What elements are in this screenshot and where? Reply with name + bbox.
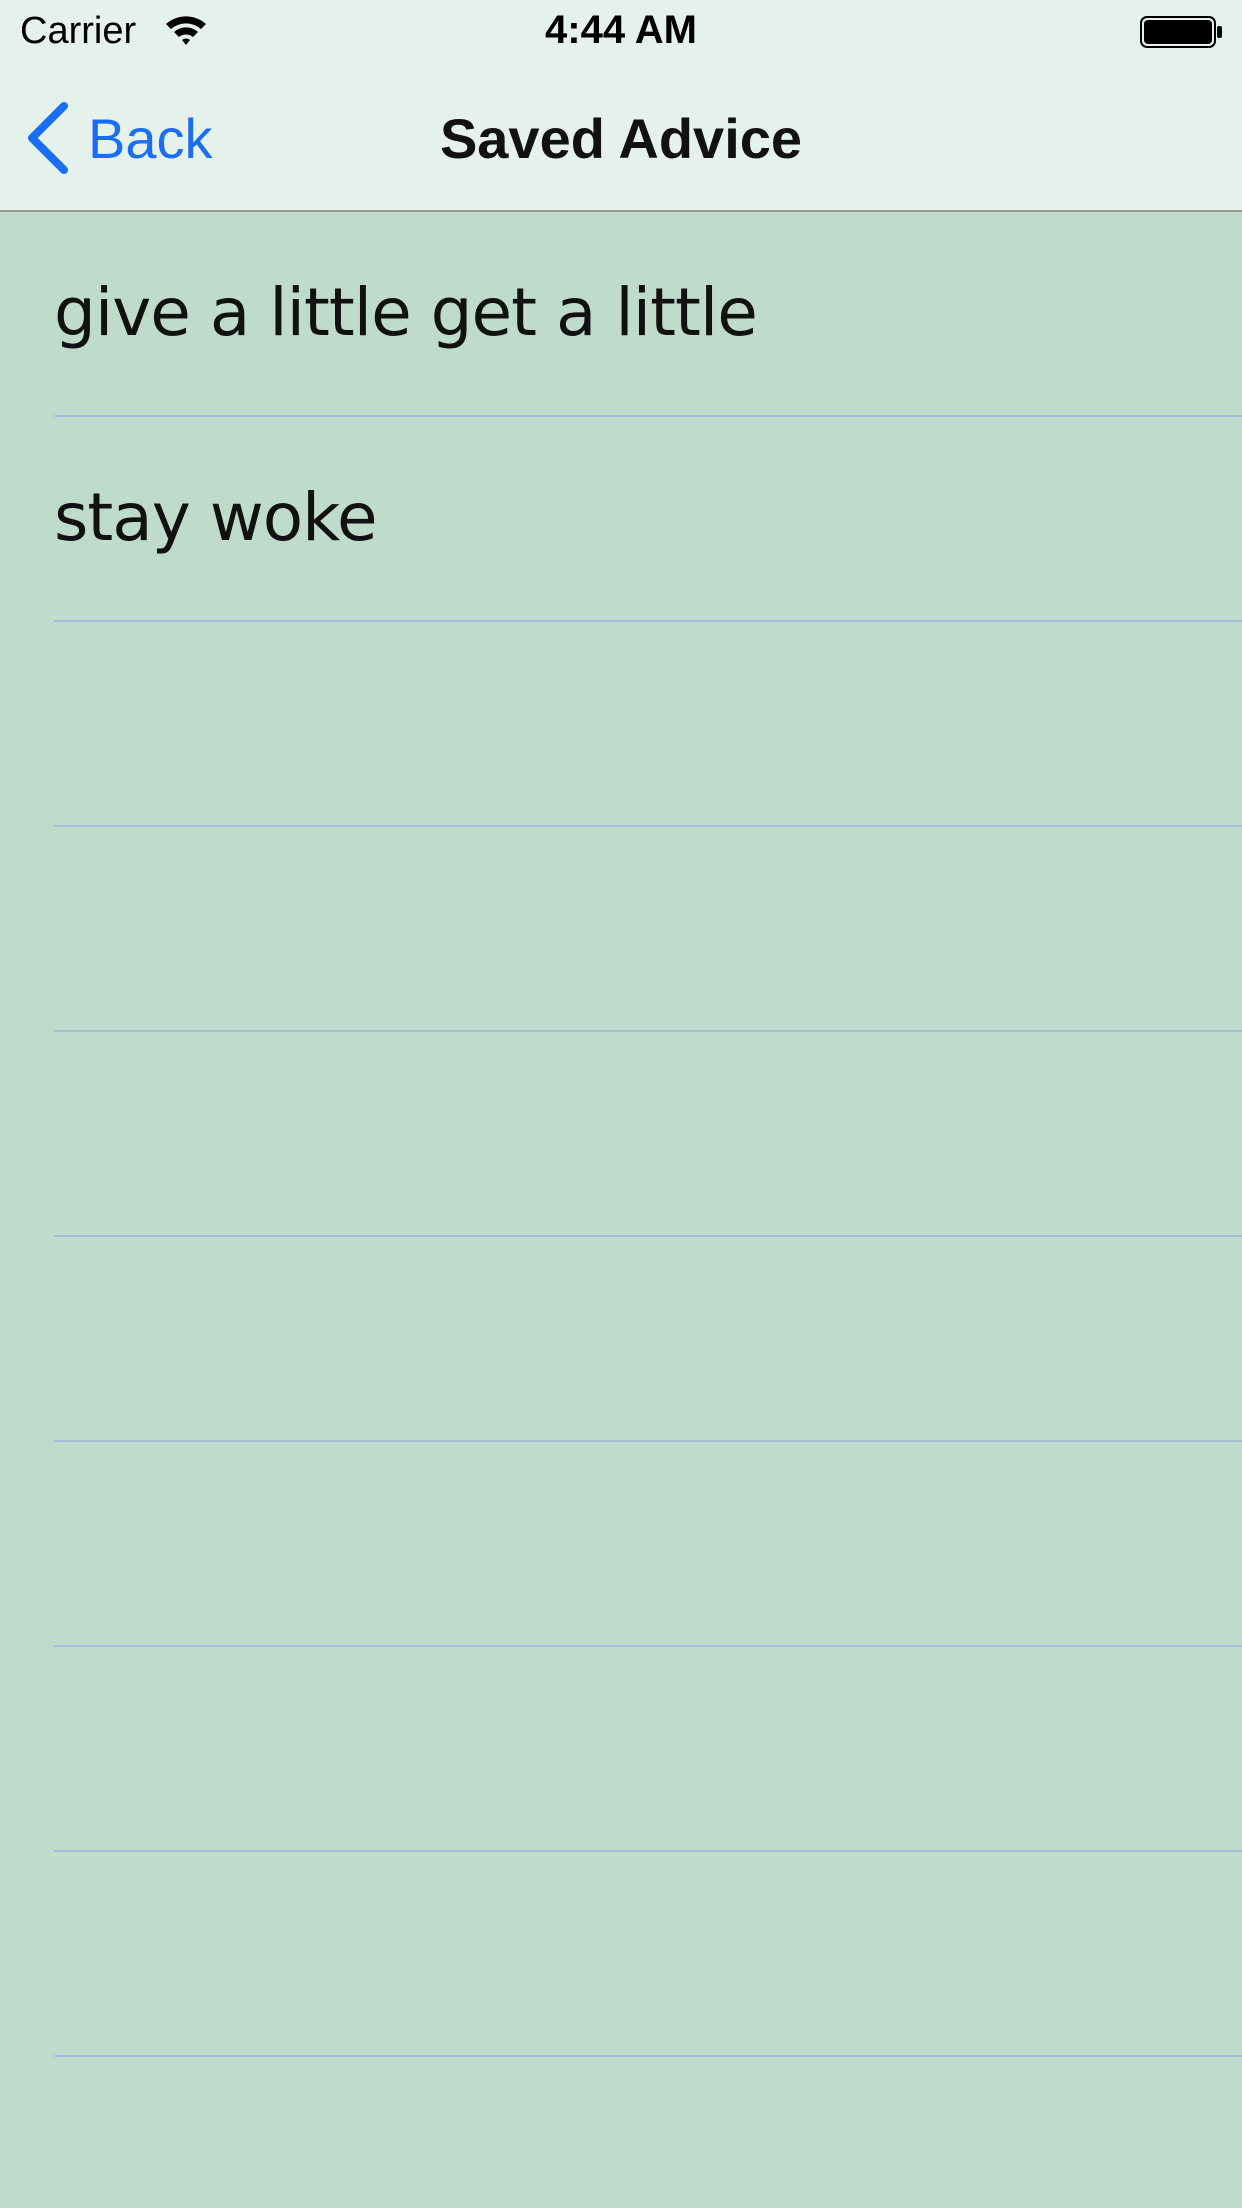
list-item-text: stay woke (54, 479, 378, 556)
list-item[interactable] (54, 1852, 1242, 2057)
list-item[interactable] (54, 1032, 1242, 1237)
list-item[interactable] (54, 827, 1242, 1032)
list-item[interactable]: give a little get a little (54, 212, 1242, 417)
list-item[interactable]: stay woke (54, 417, 1242, 622)
list-item[interactable] (54, 1647, 1242, 1852)
page-title: Saved Advice (439, 107, 803, 170)
list-item-text: give a little get a little (54, 274, 758, 351)
list-item[interactable] (54, 1442, 1242, 1647)
battery-icon (1140, 16, 1222, 48)
status-time: 4:44 AM (545, 8, 697, 52)
navigation-bar: Back Saved Advice (0, 64, 1242, 212)
status-bar: Carrier 4:44 AM (0, 0, 1242, 64)
list-item[interactable] (54, 1237, 1242, 1442)
list-item[interactable] (54, 622, 1242, 827)
saved-advice-list: give a little get a little stay woke (0, 212, 1242, 2057)
